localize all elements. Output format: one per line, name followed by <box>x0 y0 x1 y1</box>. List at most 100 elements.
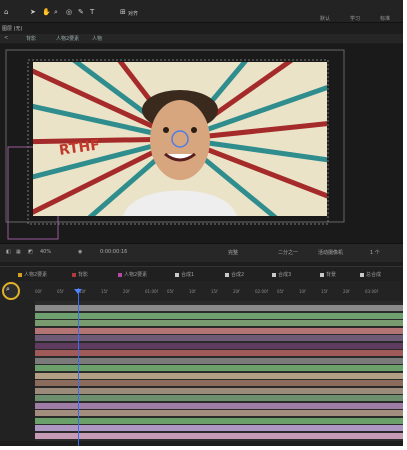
camera-dropdown[interactable]: 活动摄像机 <box>318 249 343 256</box>
ruler-tick: 03:00f <box>365 289 378 294</box>
tab-comp-3[interactable]: 合成3 <box>272 271 291 278</box>
timeline-search-icon: ⌕ <box>6 285 10 293</box>
layer-bar[interactable] <box>35 320 403 326</box>
layer-row[interactable] <box>0 305 35 312</box>
ruler-tick: 02:00f <box>255 289 268 294</box>
playhead-line[interactable] <box>78 288 79 446</box>
zoom-level[interactable]: 40% <box>40 249 51 255</box>
pen-tool-icon[interactable]: ✎ <box>78 8 84 16</box>
breadcrumb-separator: < <box>4 35 9 41</box>
layer-row[interactable] <box>0 350 35 357</box>
layer-bar[interactable] <box>35 312 403 319</box>
layer-bar[interactable] <box>35 327 403 334</box>
time-ruler[interactable]: 00f 05f 10f 15f 20f 01:00f 05f 10f 15f 2… <box>35 289 403 298</box>
home-icon[interactable]: ⌂ <box>4 8 8 16</box>
breadcrumb-item-person[interactable]: 人物 <box>92 35 102 42</box>
timeline-search-button[interactable] <box>2 282 20 300</box>
layer-row[interactable] <box>0 335 35 342</box>
snap-label: 对齐 <box>128 11 139 17</box>
tab-comp-2[interactable]: 合成2 <box>225 271 244 278</box>
ruler-tick: 20f <box>233 289 240 294</box>
face-shape <box>150 100 210 180</box>
ruler-tick: 10f <box>189 289 196 294</box>
layer-row[interactable] <box>0 365 35 372</box>
layer-row[interactable] <box>0 343 35 350</box>
workspace-default[interactable]: 默认 <box>320 15 330 22</box>
layer-row[interactable] <box>0 425 35 432</box>
layer-bar[interactable] <box>35 350 403 356</box>
layer-bar[interactable] <box>35 380 403 386</box>
composition-tabs: 人物2要素 背影 人物2要素 合成1 合成2 合成3 背景 总合成 <box>0 266 403 281</box>
resolution-dropdown[interactable]: 二分之一 <box>278 249 298 256</box>
ruler-tick: 05f <box>167 289 174 294</box>
camera-snapshot-icon[interactable]: ◉ <box>78 249 82 255</box>
layer-bar[interactable] <box>35 395 403 401</box>
ruler-tick: 20f <box>343 289 350 294</box>
text-tool-icon[interactable]: T <box>90 8 94 16</box>
artwork-frame[interactable]: RTHF <box>33 62 327 216</box>
viewer-toggle-icon[interactable]: ◧ <box>6 249 11 255</box>
layer-bar[interactable] <box>35 342 403 349</box>
layer-row[interactable] <box>0 380 35 387</box>
ruler-tick: 05f <box>57 289 64 294</box>
layer-row[interactable] <box>0 328 35 335</box>
select-tool-icon[interactable]: ➤ <box>30 8 36 16</box>
ruler-tick: 15f <box>101 289 108 294</box>
layer-row[interactable] <box>0 410 35 417</box>
layer-row[interactable] <box>0 320 35 327</box>
workspace-learn[interactable]: 学习 <box>350 15 360 22</box>
viewer-controls: ◧ ▦ ◩ 40% ◉ 0:00:00:16 完整 二分之一 活动摄像机 1 个 <box>0 243 403 262</box>
tab-master-comp[interactable]: 总合成 <box>360 271 381 278</box>
grid-icon[interactable]: ▦ <box>16 249 21 255</box>
ruler-tick: 00f <box>35 289 42 294</box>
layer-row[interactable] <box>0 388 35 395</box>
views-dropdown[interactable]: 1 个 <box>370 249 380 256</box>
ruler-tick: 10f <box>299 289 306 294</box>
workspace-standard[interactable]: 标准 <box>380 15 390 22</box>
layer-row[interactable] <box>0 418 35 425</box>
tab-comp-1[interactable]: 合成1 <box>175 271 194 278</box>
layer-bar[interactable] <box>35 335 403 341</box>
layer-bar[interactable] <box>35 365 403 371</box>
toolbar: ⌂ ➤ ✋ ⌕ ◎ ✎ T ⊞ 对齐 默认 学习 标准 <box>0 0 403 23</box>
snap-icon[interactable]: ⊞ <box>120 8 126 16</box>
tab-background[interactable]: 背影 <box>72 271 88 278</box>
layer-bar[interactable] <box>35 305 403 311</box>
layer-bar[interactable] <box>35 432 403 439</box>
ruler-tick: 15f <box>321 289 328 294</box>
layer-row[interactable] <box>0 403 35 410</box>
breadcrumb-item-person-elements[interactable]: 人物2要素 <box>56 35 79 42</box>
ruler-tick: 01:00f <box>145 289 158 294</box>
tab-person-elements[interactable]: 人物2要素 <box>18 271 47 278</box>
composition-title: 图层 (无) <box>2 26 23 32</box>
layer-list <box>0 301 35 441</box>
hand-tool-icon[interactable]: ✋ <box>42 8 51 16</box>
camera-tool-icon[interactable]: ◎ <box>66 8 72 16</box>
layer-bar[interactable] <box>35 372 403 379</box>
breadcrumb-item-bg[interactable]: 背影 <box>26 35 36 42</box>
tab-background-2[interactable]: 背景 <box>320 271 336 278</box>
layer-bar[interactable] <box>35 410 403 416</box>
layer-row[interactable] <box>0 313 35 320</box>
tab-person-elements-2[interactable]: 人物2要素 <box>118 271 147 278</box>
comic-burst-artwork <box>33 62 327 216</box>
layer-bar[interactable] <box>35 417 403 424</box>
quality-dropdown[interactable]: 完整 <box>228 249 238 256</box>
zoom-tool-icon[interactable]: ⌕ <box>54 8 58 17</box>
layer-bar[interactable] <box>35 357 403 364</box>
layer-bar[interactable] <box>35 425 403 431</box>
ruler-tick: 15f <box>211 289 218 294</box>
layer-row[interactable] <box>0 358 35 365</box>
layer-bar[interactable] <box>35 402 403 409</box>
playhead-handle[interactable] <box>74 289 82 294</box>
viewer-timecode[interactable]: 0:00:00:16 <box>100 249 127 255</box>
ruler-tick: 20f <box>123 289 130 294</box>
breadcrumb: < 背影 人物2要素 人物 <box>0 34 403 43</box>
after-effects-window: ⌂ ➤ ✋ ⌕ ◎ ✎ T ⊞ 对齐 默认 学习 标准 图层 (无) < 背影 … <box>0 0 403 446</box>
layer-bars <box>35 301 403 441</box>
layer-row[interactable] <box>0 395 35 402</box>
layer-bar[interactable] <box>35 387 403 394</box>
layer-row[interactable] <box>0 373 35 380</box>
layer-row[interactable] <box>0 433 35 440</box>
mask-icon[interactable]: ◩ <box>28 249 33 255</box>
